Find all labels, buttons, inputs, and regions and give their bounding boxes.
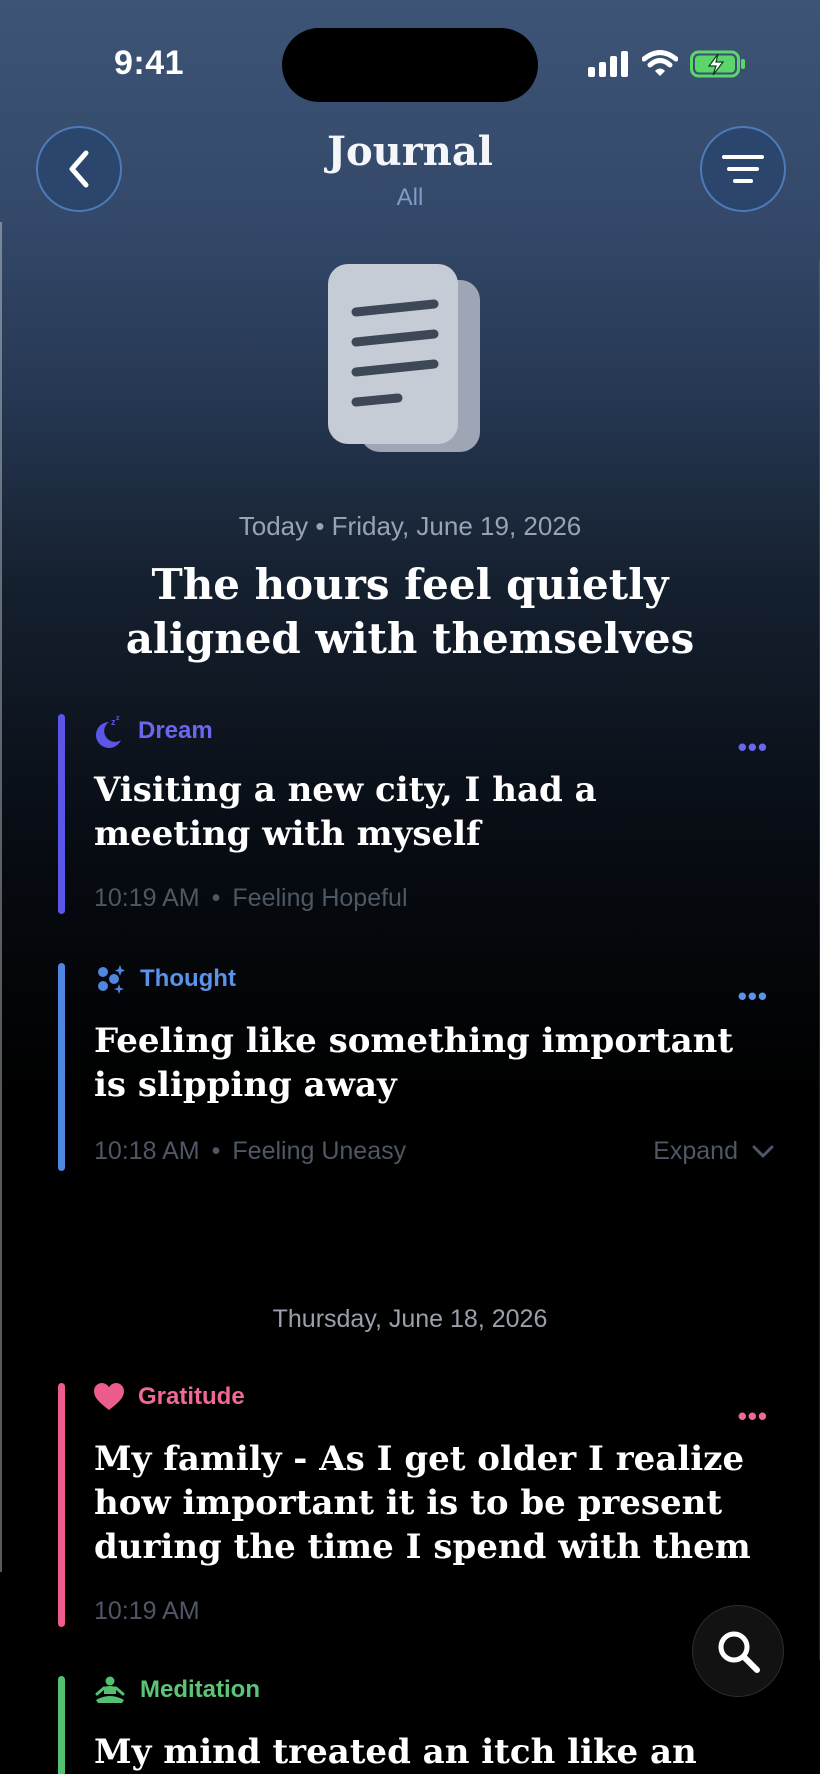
sparkles-icon [98,965,125,994]
hero-date: Today • Friday, June 19, 2026 [238,511,582,541]
meta-separator: • [211,884,221,912]
document-stack-icon [328,264,480,452]
entry-category: z z Dream [94,714,213,748]
entry-time: 10:19 AM [94,1597,200,1625]
page-filter-label[interactable]: All [0,184,820,212]
hero-title: The hours feel quietly aligned with them… [125,560,695,663]
entry-more-button[interactable]: ••• [738,1401,768,1432]
entry-color-bar [58,1383,65,1627]
expand-label: Expand [653,1137,738,1165]
search-icon [718,1631,760,1673]
battery-charging-icon [690,50,745,78]
menu-lines-icon [722,155,764,183]
entry-category-label: Thought [140,965,236,992]
entry-category-label: Dream [138,717,213,744]
entry-color-bar [58,714,65,914]
filter-menu-button[interactable] [700,126,786,212]
entry-meta: 10:18 AM • Feeling Uneasy [94,1137,406,1166]
entry-feeling: Feeling Hopeful [232,884,408,912]
entry-category-label: Meditation [140,1676,260,1703]
status-time: 9:41 [114,44,185,82]
search-button[interactable] [692,1605,784,1697]
meditation-icon [95,1676,125,1703]
entry-more-button[interactable]: ••• [738,732,768,763]
entry-meta: 10:19 AM [94,1597,200,1626]
entry-more-button[interactable]: ••• [738,981,768,1012]
svg-text:z: z [116,715,120,722]
entry-category: Gratitude [94,1383,245,1411]
wifi-icon [642,50,678,76]
journal-entry-thought[interactable]: Thought ••• Feeling like something impor… [58,963,774,1171]
chevron-down-icon [752,1145,774,1157]
moon-zzz-icon: z z [96,715,121,748]
signal-icon [588,51,628,77]
journal-entry-gratitude[interactable]: Gratitude ••• My family - As I get older… [58,1383,768,1627]
entry-color-bar [58,963,65,1171]
section-date: Thursday, June 18, 2026 [272,1305,548,1333]
entry-title: My mind treated an itch like an [94,1732,697,1772]
entry-time: 10:18 AM [94,1137,200,1165]
dynamic-island [282,28,538,102]
entry-category: Thought [94,963,236,995]
entry-title: Feeling like something important is slip… [94,1021,734,1105]
journal-entry-dream[interactable]: z z Dream ••• Visiting a new city, I had… [58,714,768,914]
entry-meta: 10:19 AM • Feeling Hopeful [94,884,408,913]
entry-feeling: Feeling Uneasy [232,1137,407,1165]
expand-button[interactable]: Expand [653,1137,774,1166]
entry-color-bar [58,1676,65,1774]
entry-title: Visiting a new city, I had a meeting wit… [94,770,597,854]
entry-title: My family - As I get older I realize how… [94,1439,751,1567]
entry-category: Meditation [94,1676,260,1704]
journal-entry-meditation[interactable]: Meditation My mind treated an itch like … [58,1676,768,1774]
status-icons [588,50,746,78]
entry-time: 10:19 AM [94,884,200,912]
meta-separator: • [211,1137,221,1165]
page-title: Journal [327,128,493,175]
entry-category-label: Gratitude [138,1383,245,1410]
scroll-edge [0,222,2,1572]
heart-icon [94,1383,124,1410]
